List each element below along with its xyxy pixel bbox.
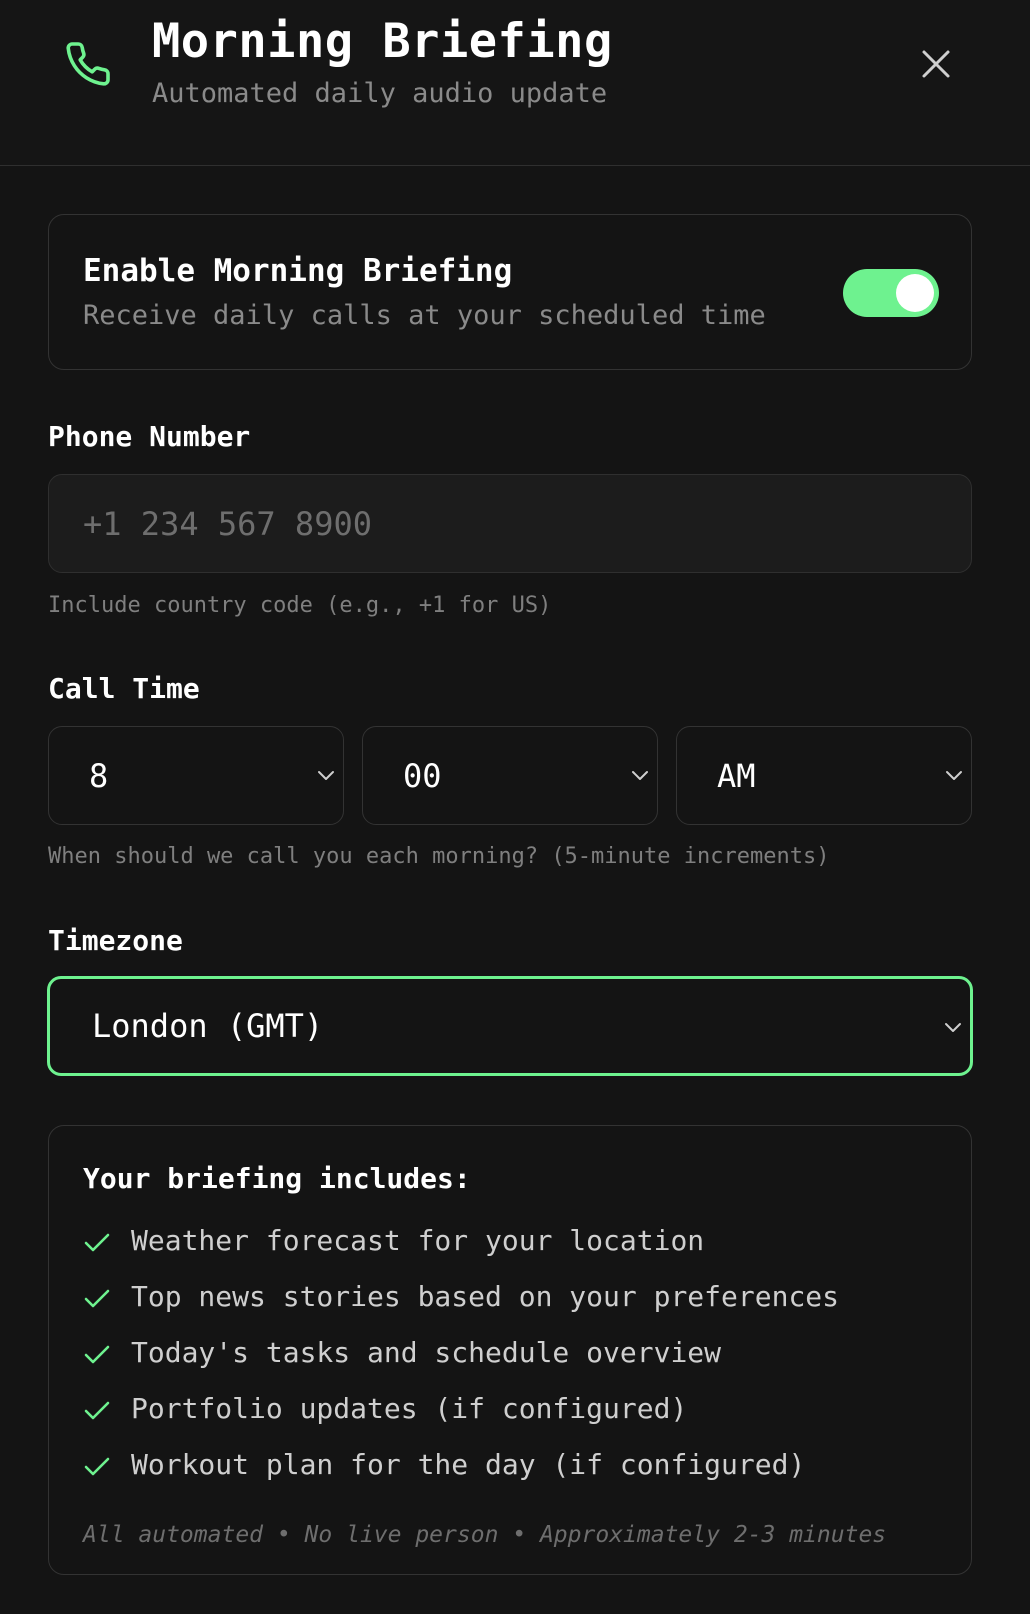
toggle-knob — [896, 274, 934, 312]
timezone-label: Timezone — [48, 924, 183, 957]
includes-card: Your briefing includes: Weather forecast… — [48, 1125, 972, 1575]
enable-subtitle: Receive daily calls at your scheduled ti… — [83, 300, 766, 331]
include-item-text: Weather forecast for your location — [131, 1224, 705, 1257]
close-icon[interactable] — [918, 46, 954, 82]
check-icon — [84, 1345, 110, 1364]
include-item-text: Workout plan for the day (if configured) — [131, 1448, 806, 1481]
includes-footer: All automated • No live person • Approxi… — [83, 1522, 887, 1548]
phone-icon — [66, 42, 110, 86]
minute-select[interactable]: 00 — [362, 726, 658, 825]
include-item-text: Top news stories based on your preferenc… — [131, 1280, 840, 1313]
chevron-down-icon — [946, 771, 962, 780]
enable-title: Enable Morning Briefing — [83, 253, 513, 289]
call-time-label: Call Time — [48, 672, 200, 705]
check-icon — [84, 1233, 110, 1252]
period-value: AM — [717, 757, 756, 795]
check-icon — [84, 1289, 110, 1308]
phone-label: Phone Number — [48, 420, 251, 453]
includes-title: Your briefing includes: — [83, 1162, 471, 1195]
hour-select[interactable]: 8 — [48, 726, 344, 825]
call-time-hint: When should we call you each morning? (5… — [48, 844, 830, 869]
timezone-value: London (GMT) — [92, 1007, 324, 1045]
chevron-down-icon — [632, 771, 648, 780]
chevron-down-icon — [945, 1023, 961, 1032]
enable-card: Enable Morning Briefing Receive daily ca… — [48, 214, 972, 370]
dialog-header: Morning Briefing Automated daily audio u… — [0, 0, 1030, 166]
period-select[interactable]: AM — [676, 726, 972, 825]
include-item-text: Portfolio updates (if configured) — [131, 1392, 688, 1425]
check-icon — [84, 1401, 110, 1420]
include-item-text: Today's tasks and schedule overview — [131, 1336, 722, 1369]
dialog-title: Morning Briefing — [152, 14, 613, 69]
minute-value: 00 — [403, 757, 442, 795]
dialog-subtitle: Automated daily audio update — [152, 78, 608, 109]
phone-input[interactable] — [48, 474, 972, 573]
chevron-down-icon — [318, 771, 334, 780]
phone-hint: Include country code (e.g., +1 for US) — [48, 593, 552, 618]
check-icon — [84, 1457, 110, 1476]
timezone-select[interactable]: London (GMT) — [47, 976, 973, 1076]
enable-toggle[interactable] — [843, 269, 939, 317]
hour-value: 8 — [89, 757, 109, 795]
